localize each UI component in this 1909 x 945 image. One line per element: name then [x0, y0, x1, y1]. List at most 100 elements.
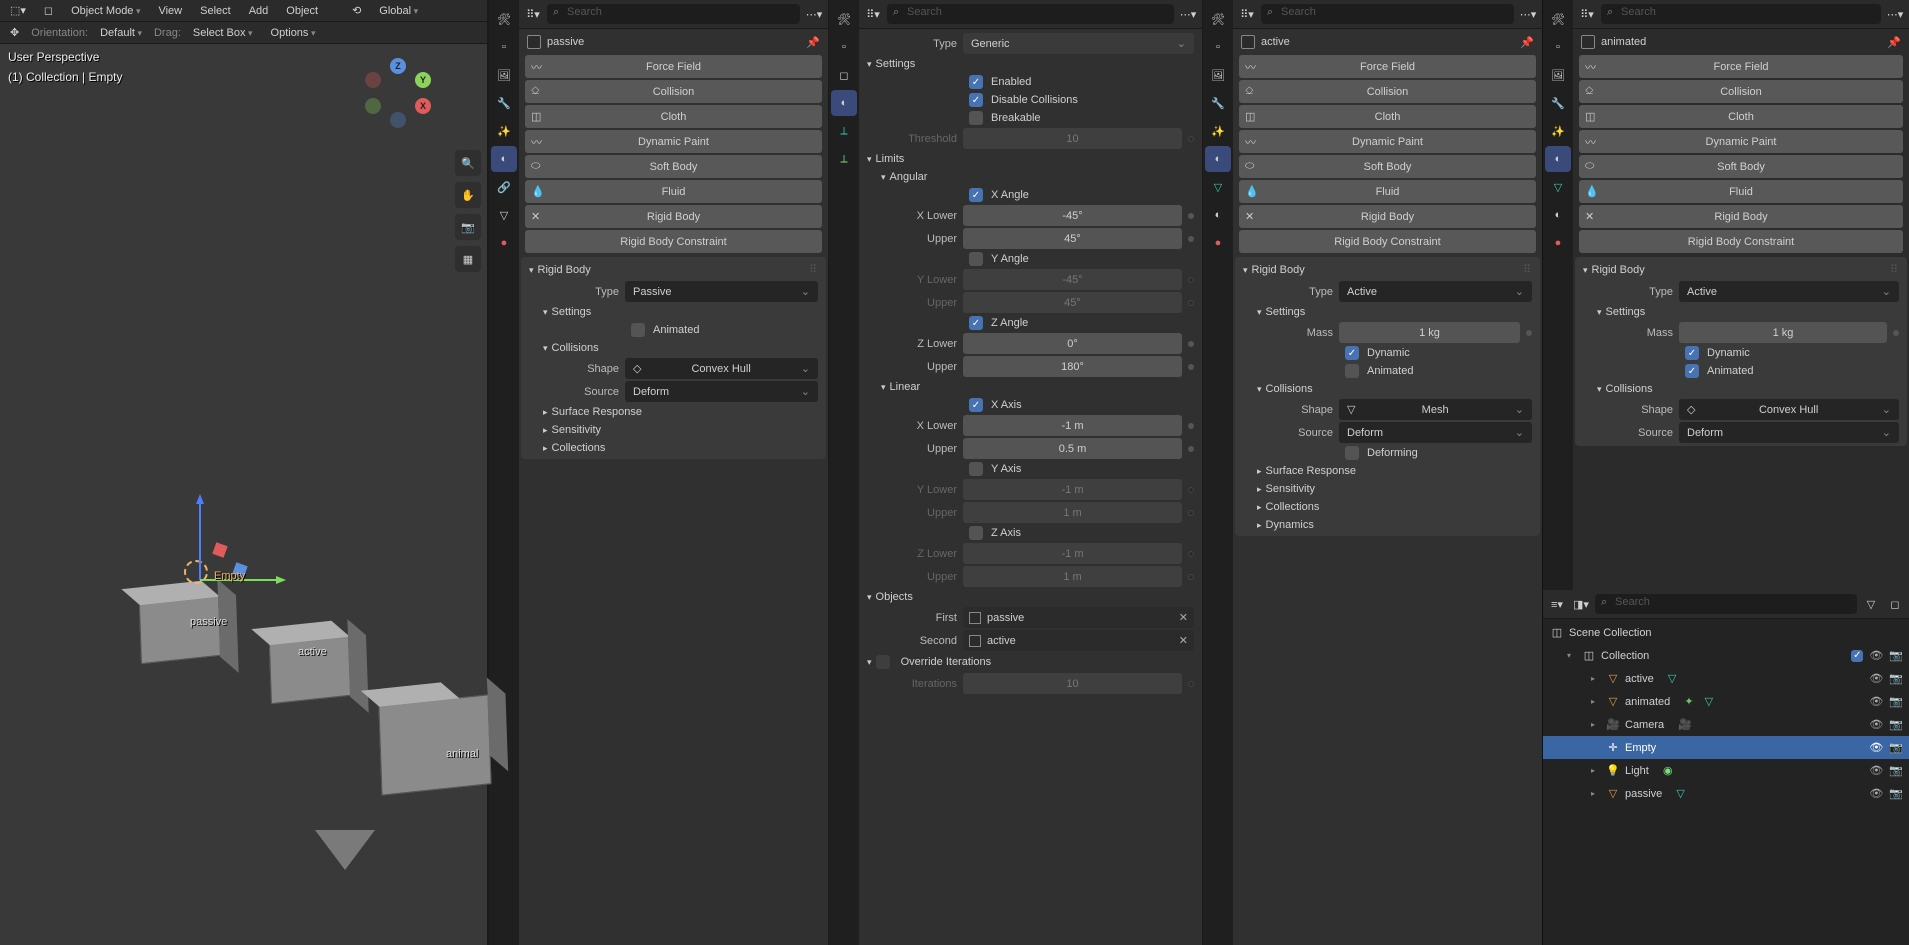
transform-icon[interactable]: ✥: [4, 24, 25, 41]
ly-upper-field[interactable]: 1 m: [963, 502, 1182, 523]
x-axis-checkbox[interactable]: [969, 398, 983, 412]
section-rigid-body[interactable]: Rigid Body⠿: [1235, 259, 1540, 280]
y-angle-checkbox[interactable]: [969, 252, 983, 266]
btn-force-field[interactable]: 〰Force Field: [525, 55, 822, 78]
axis-neg-y[interactable]: [365, 98, 381, 114]
tree-item-empty[interactable]: ✛Empty👁📷: [1543, 736, 1909, 759]
editor-type-icon[interactable]: ⬚▾: [4, 2, 32, 19]
subsection-angular[interactable]: Angular: [859, 168, 1202, 186]
display-mode-icon[interactable]: ◨▾: [1571, 594, 1591, 614]
axis-y[interactable]: Y: [415, 72, 431, 88]
btn-cloth[interactable]: ◫Cloth: [1239, 105, 1536, 128]
btn-rigid-body[interactable]: ✕Rigid Body: [1239, 205, 1536, 228]
tab-wrench-icon[interactable]: 🔧: [1205, 90, 1231, 116]
btn-dynamic-paint[interactable]: 〰Dynamic Paint: [1239, 130, 1536, 153]
btn-rigid-body[interactable]: ✕Rigid Body: [1579, 205, 1903, 228]
orientation-icon[interactable]: ⟲: [346, 2, 367, 19]
btn-rigid-body-constraint[interactable]: Rigid Body Constraint: [1239, 230, 1536, 253]
animated-checkbox[interactable]: [1345, 364, 1359, 378]
section-rigid-body[interactable]: Rigid Body⠿: [521, 259, 826, 280]
search-input[interactable]: Search: [887, 4, 1174, 24]
pan-tool-icon[interactable]: ✋: [455, 182, 481, 208]
interaction-mode-icon[interactable]: ◻: [38, 2, 59, 19]
type-dropdown[interactable]: Generic: [963, 33, 1194, 54]
axis-gizmo[interactable]: Z Y X: [363, 58, 433, 128]
render-icon[interactable]: 📷: [1889, 787, 1903, 800]
visibility-icon[interactable]: 👁: [1869, 695, 1883, 708]
subsection-settings[interactable]: Settings: [1235, 303, 1540, 321]
axis-z[interactable]: Z: [390, 58, 406, 74]
pin-icon[interactable]: 📌: [1887, 36, 1901, 49]
tab-material-icon[interactable]: ◐: [1205, 202, 1231, 228]
subsection-collisions[interactable]: Collisions: [1235, 380, 1540, 398]
tab-data-icon[interactable]: ⟂: [831, 146, 857, 172]
tab-constraint-icon[interactable]: ⟂: [831, 118, 857, 144]
visibility-icon[interactable]: 👁: [1869, 741, 1883, 754]
source-dropdown[interactable]: Deform: [1679, 422, 1899, 443]
tree-item-camera[interactable]: ▸🎥Camera 🎥👁📷: [1543, 713, 1909, 736]
render-icon[interactable]: 📷: [1889, 764, 1903, 777]
axis-neg-z[interactable]: [390, 112, 406, 128]
subsection-override-iterations[interactable]: Override Iterations: [859, 652, 1202, 672]
btn-rigid-body-constraint[interactable]: Rigid Body Constraint: [525, 230, 822, 253]
subsection-settings[interactable]: Settings: [859, 55, 1202, 73]
btn-collision[interactable]: ⎐Collision: [525, 80, 822, 103]
mass-field[interactable]: 1 kg: [1339, 322, 1520, 343]
panel-options-icon[interactable]: ⠿▾: [1577, 4, 1597, 24]
subsection-sensitivity[interactable]: Sensitivity: [521, 421, 826, 439]
subsection-surface-response[interactable]: Surface Response: [521, 403, 826, 421]
panel-menu-icon[interactable]: ⋯▾: [1178, 4, 1198, 24]
search-input[interactable]: Search: [1601, 4, 1881, 24]
panel-menu-icon[interactable]: ⋯▾: [1885, 4, 1905, 24]
filter-icon[interactable]: ▽: [1861, 594, 1881, 614]
subsection-collections[interactable]: Collections: [521, 439, 826, 457]
z-axis-checkbox[interactable]: [969, 526, 983, 540]
axis-x[interactable]: X: [415, 98, 431, 114]
btn-cloth[interactable]: ◫Cloth: [525, 105, 822, 128]
manipulator-gizmo[interactable]: [180, 490, 300, 610]
x-angle-checkbox[interactable]: [969, 188, 983, 202]
disable-collisions-checkbox[interactable]: [969, 93, 983, 107]
type-dropdown[interactable]: Active: [1679, 281, 1899, 302]
tab-physics-icon[interactable]: ◐: [1545, 146, 1571, 172]
drag-mode-dropdown[interactable]: Select Box: [187, 25, 259, 41]
tab-texture-icon[interactable]: ●: [1205, 230, 1231, 256]
menu-object[interactable]: Object: [280, 3, 324, 19]
z-angle-checkbox[interactable]: [969, 316, 983, 330]
btn-dynamic-paint[interactable]: 〰Dynamic Paint: [1579, 130, 1903, 153]
dynamic-checkbox[interactable]: [1685, 346, 1699, 360]
panel-options-icon[interactable]: ⠿▾: [863, 4, 883, 24]
pin-icon[interactable]: 📌: [1520, 36, 1534, 49]
pivot-dropdown[interactable]: Default: [94, 25, 148, 41]
panel-options-icon[interactable]: ⠿▾: [523, 4, 543, 24]
subsection-collisions[interactable]: Collisions: [1575, 380, 1907, 398]
tab-wrench-icon[interactable]: 🔧: [1545, 90, 1571, 116]
tab-output-icon[interactable]: 🖼: [1205, 62, 1231, 88]
source-dropdown[interactable]: Deform: [1339, 422, 1532, 443]
x-lower-field[interactable]: -45°: [963, 205, 1182, 226]
tab-output-icon[interactable]: 🖼: [491, 62, 517, 88]
breakable-checkbox[interactable]: [969, 111, 983, 125]
enabled-checkbox[interactable]: [969, 75, 983, 89]
source-dropdown[interactable]: Deform: [625, 381, 818, 402]
tree-item-light[interactable]: ▸💡Light ◉👁📷: [1543, 759, 1909, 782]
second-object-field[interactable]: active✕: [963, 630, 1194, 651]
btn-force-field[interactable]: 〰Force Field: [1579, 55, 1903, 78]
collection-enable-checkbox[interactable]: [1851, 650, 1863, 662]
tab-wrench-icon[interactable]: 🔧: [491, 90, 517, 116]
tab-physics-icon[interactable]: ◐: [831, 90, 857, 116]
btn-collision[interactable]: ⎐Collision: [1579, 80, 1903, 103]
visibility-icon[interactable]: 👁: [1869, 649, 1883, 662]
subsection-linear[interactable]: Linear: [859, 378, 1202, 396]
dynamic-checkbox[interactable]: [1345, 346, 1359, 360]
visibility-icon[interactable]: 👁: [1869, 672, 1883, 685]
axis-neg-x[interactable]: [365, 72, 381, 88]
tab-mesh-icon[interactable]: ▽: [1545, 174, 1571, 200]
subsection-surface-response[interactable]: Surface Response: [1235, 462, 1540, 480]
menu-view[interactable]: View: [152, 3, 188, 19]
visibility-icon[interactable]: 👁: [1869, 764, 1883, 777]
search-input[interactable]: Search: [1261, 4, 1514, 24]
lz-upper-field[interactable]: 1 m: [963, 566, 1182, 587]
tree-scene-collection[interactable]: ◫Scene Collection: [1543, 621, 1909, 644]
section-rigid-body[interactable]: Rigid Body⠿: [1575, 259, 1907, 280]
